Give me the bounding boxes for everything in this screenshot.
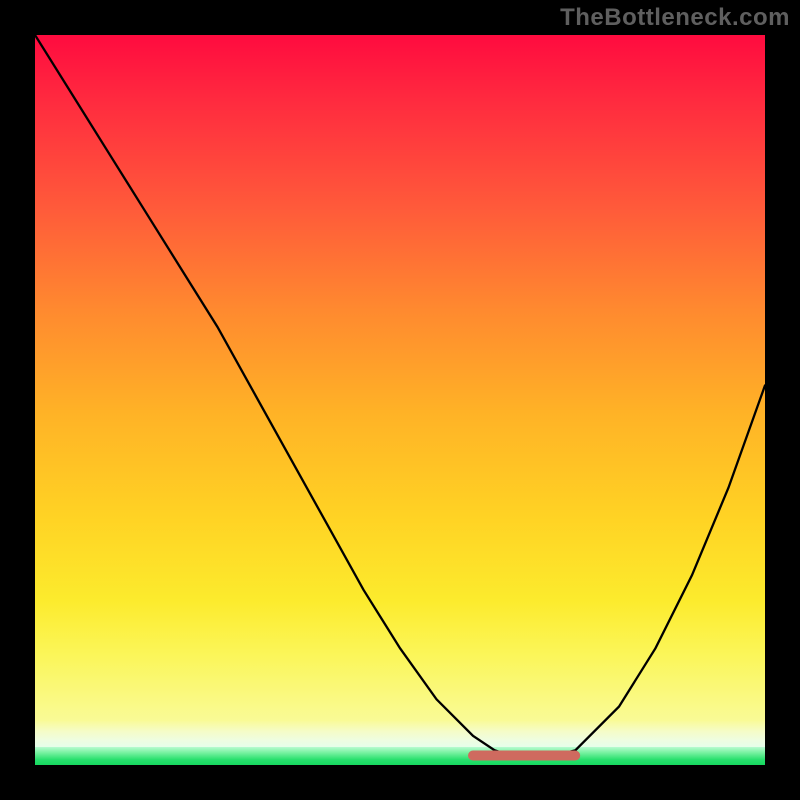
chart-frame: TheBottleneck.com: [0, 0, 800, 800]
attribution-text: TheBottleneck.com: [560, 4, 790, 32]
plot-area: [35, 35, 765, 765]
curve-svg: [35, 35, 765, 765]
bottleneck-curve: [35, 35, 765, 758]
